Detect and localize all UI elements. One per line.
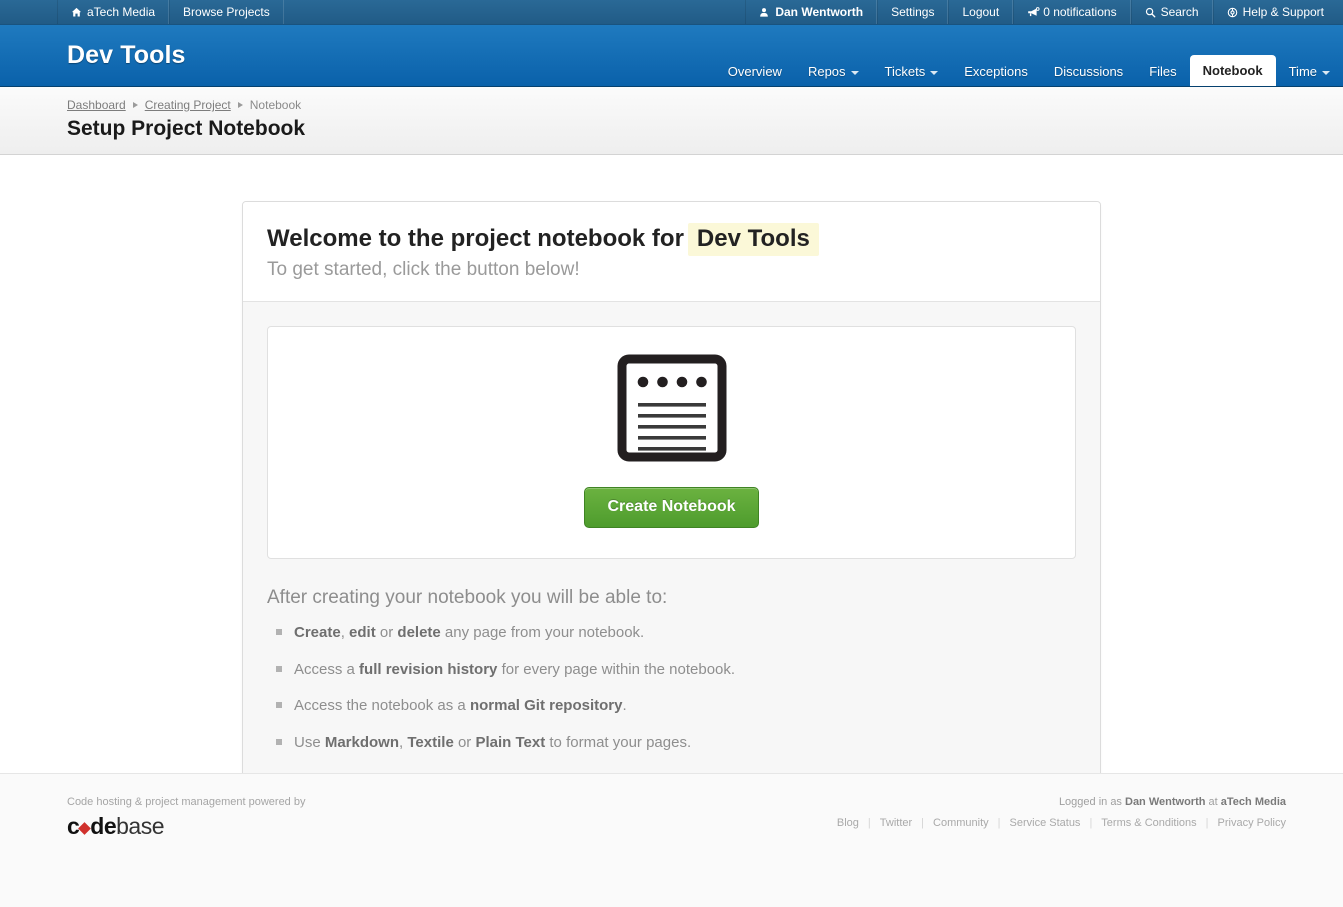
welcome-heading: Welcome to the project notebook for Dev T… [267, 223, 1076, 256]
list-item: Access a full revision history for every… [267, 660, 1076, 680]
list-item: Use Markdown, Textile or Plain Text to f… [267, 733, 1076, 753]
project-header-band: Dev Tools Overview Repos Tickets Excepti… [0, 25, 1343, 87]
nav-discussions[interactable]: Discussions [1041, 58, 1136, 86]
help-support-label: Help & Support [1242, 5, 1324, 19]
breadcrumb-current: Notebook [249, 98, 302, 112]
search-label: Search [1160, 5, 1199, 19]
notifications-label: 0 notifications [1043, 5, 1117, 19]
logo-text-c: c [67, 813, 80, 839]
nav-notebook[interactable]: Notebook [1189, 55, 1276, 86]
browse-projects-link[interactable]: Browse Projects [169, 0, 284, 24]
project-title: Dev Tools [67, 41, 186, 69]
create-notebook-panel: Create Notebook [267, 326, 1076, 559]
user-icon [759, 7, 770, 18]
create-notebook-button[interactable]: Create Notebook [584, 487, 759, 528]
footer-link-terms[interactable]: Terms & Conditions [1092, 817, 1205, 829]
megaphone-icon [1027, 6, 1040, 18]
footer-link-privacy[interactable]: Privacy Policy [1209, 817, 1286, 829]
nav-tickets-label: Tickets [884, 64, 926, 79]
breadcrumb-separator-icon [132, 102, 138, 108]
top-utility-bar: aTech Media Browse Projects Dan Wentwort… [0, 0, 1343, 25]
breadcrumb-dashboard[interactable]: Dashboard [67, 98, 126, 112]
nav-files-label: Files [1149, 64, 1177, 79]
logged-in-status: Logged in as Dan Wentworth at aTech Medi… [828, 796, 1286, 808]
main-navigation: Overview Repos Tickets Exceptions Discus… [715, 25, 1343, 86]
lifebuoy-icon [1227, 7, 1238, 18]
chevron-down-icon [930, 71, 939, 75]
logo-text-de: de [90, 813, 117, 839]
nav-notebook-label: Notebook [1202, 63, 1263, 78]
search-icon [1145, 7, 1156, 18]
footer-right: Logged in as Dan Wentworth at aTech Medi… [828, 796, 1286, 838]
logged-in-at: at [1208, 796, 1218, 808]
logged-in-prefix: Logged in as [1058, 796, 1122, 808]
logo-text-base: base [116, 813, 165, 839]
browse-projects-label: Browse Projects [183, 5, 270, 19]
nav-overview[interactable]: Overview [715, 58, 795, 86]
logout-link[interactable]: Logout [948, 0, 1014, 24]
page-footer: Code hosting & project management powere… [0, 773, 1343, 907]
nav-discussions-label: Discussions [1053, 64, 1124, 79]
nav-repos[interactable]: Repos [795, 58, 872, 86]
footer-links: Blog | Twitter | Community | Service Status | Te… [828, 817, 1286, 829]
welcome-subtitle: To get started, click the button below! [267, 259, 580, 280]
card-header: Welcome to the project notebook for Dev T… [243, 202, 1100, 302]
welcome-project-highlight: Dev Tools [687, 223, 819, 256]
footer-link-service-status[interactable]: Service Status [1001, 817, 1090, 829]
account-user-link[interactable]: Dan Wentworth [745, 0, 878, 24]
search-link[interactable]: Search [1130, 0, 1213, 24]
nav-exceptions[interactable]: Exceptions [951, 58, 1041, 86]
nav-time-label: Time [1288, 64, 1317, 79]
list-item: Create, edit or delete any page from you… [267, 623, 1076, 643]
footer-link-twitter[interactable]: Twitter [871, 817, 921, 829]
help-support-link[interactable]: Help & Support [1212, 0, 1337, 24]
nav-files[interactable]: Files [1136, 58, 1189, 86]
breadcrumb: Dashboard Creating Project Notebook [67, 98, 1343, 112]
breadcrumb-separator-icon [237, 102, 243, 108]
main-content: Welcome to the project notebook for Dev T… [0, 155, 1343, 781]
nav-repos-label: Repos [807, 64, 846, 79]
nav-time[interactable]: Time [1276, 58, 1343, 86]
features-list: Create, edit or delete any page from you… [267, 623, 1076, 752]
top-bar-left-group: aTech Media Browse Projects [57, 0, 284, 24]
footer-link-blog[interactable]: Blog [828, 817, 868, 829]
footer-link-community[interactable]: Community [924, 817, 998, 829]
powered-by-text: Code hosting & project management powere… [67, 796, 306, 808]
page-header: Dashboard Creating Project Notebook Setu… [0, 87, 1343, 155]
welcome-prefix: Welcome to the project notebook for [267, 225, 684, 252]
codebase-logo: c debase [67, 815, 305, 838]
notifications-link[interactable]: 0 notifications [1013, 0, 1131, 24]
logged-in-user: Dan Wentworth [1125, 796, 1206, 808]
atech-media-link[interactable]: aTech Media [57, 0, 170, 24]
footer-left: Code hosting & project management powere… [67, 796, 305, 838]
atech-media-label: aTech Media [87, 5, 156, 19]
list-item: Access the notebook as a normal Git repo… [267, 696, 1076, 716]
logged-in-org: aTech Media [1220, 796, 1286, 808]
notebook-setup-card: Welcome to the project notebook for Dev T… [242, 201, 1101, 781]
home-icon [71, 7, 82, 18]
chevron-down-icon [850, 71, 859, 75]
account-user-label: Dan Wentworth [775, 5, 864, 19]
logout-label: Logout [962, 5, 1000, 19]
settings-link[interactable]: Settings [877, 0, 949, 24]
nav-tickets[interactable]: Tickets [872, 58, 952, 86]
nav-overview-label: Overview [727, 64, 782, 79]
card-body: Create Notebook After creating your note… [243, 302, 1100, 780]
settings-label: Settings [891, 5, 935, 19]
features-heading: After creating your notebook you will be… [267, 587, 668, 608]
breadcrumb-creating-project[interactable]: Creating Project [145, 98, 231, 112]
top-bar-right-group: Dan Wentworth Settings Logout 0 notifica… [745, 0, 1337, 24]
nav-exceptions-label: Exceptions [964, 64, 1028, 79]
page-title: Setup Project Notebook [67, 117, 306, 140]
chevron-down-icon [1322, 71, 1330, 75]
notebook-icon [268, 353, 1075, 468]
